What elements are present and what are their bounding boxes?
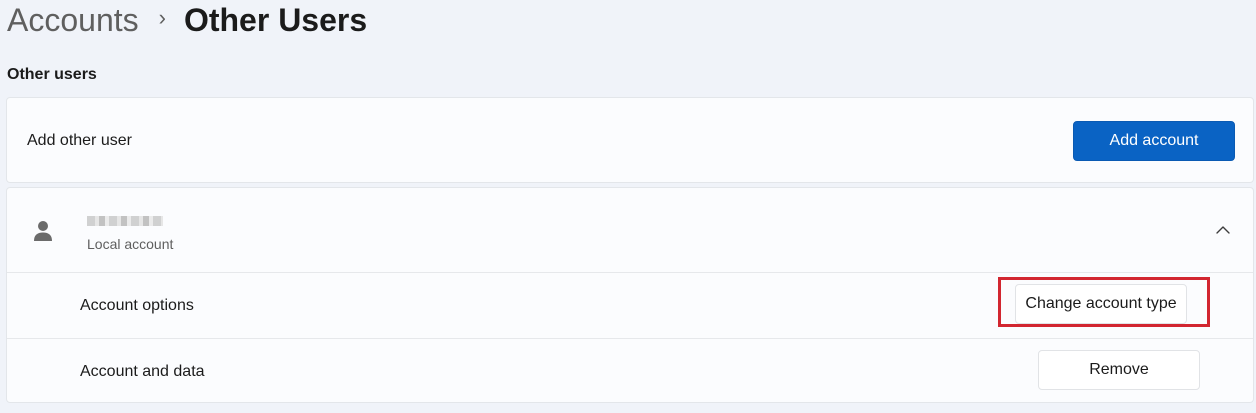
user-account-header[interactable]: Local account [7, 188, 1253, 272]
account-type-label: Local account [87, 236, 174, 252]
account-options-label: Account options [80, 297, 194, 314]
change-account-type-button[interactable]: Change account type [1015, 284, 1187, 324]
divider [7, 338, 1253, 339]
chevron-up-icon[interactable] [1215, 222, 1231, 238]
breadcrumb: Accounts › Other Users [7, 0, 367, 42]
user-name-redacted [87, 216, 163, 226]
add-account-button[interactable]: Add account [1073, 121, 1235, 161]
person-icon [34, 221, 52, 241]
account-and-data-label: Account and data [80, 363, 205, 380]
divider [7, 272, 1253, 273]
breadcrumb-separator-icon: › [158, 5, 166, 30]
remove-button[interactable]: Remove [1038, 350, 1200, 390]
add-other-user-card: Add other user Add account [6, 97, 1254, 183]
add-other-user-label: Add other user [27, 132, 132, 149]
user-account-card: Local account Account options Change acc… [6, 187, 1254, 403]
section-title-other-users: Other users [7, 66, 97, 83]
breadcrumb-accounts-link[interactable]: Accounts [7, 0, 139, 40]
page-title: Other Users [183, 2, 368, 38]
